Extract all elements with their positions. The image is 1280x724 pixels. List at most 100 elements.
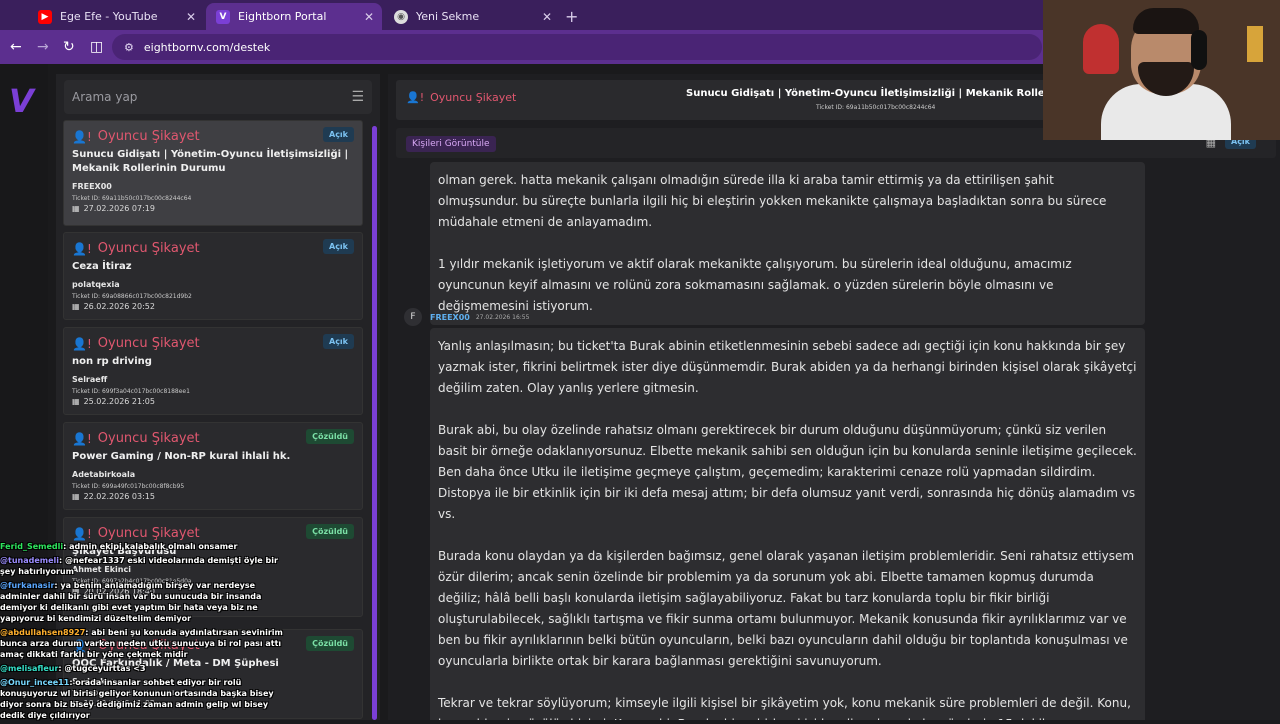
ticket-id: Ticket ID: 69a11b50c017bc00c8244c64 bbox=[72, 195, 192, 202]
headset bbox=[1191, 30, 1207, 70]
stream-chat-overlay: Ferid_Semedli: admin ekipi kalabalık olm… bbox=[0, 541, 290, 724]
ticket-card[interactable]: 👤! Oyuncu Şikayet Sunucu Gidişatı | Yönet… bbox=[63, 120, 363, 226]
ticket-card[interactable]: 👤! Oyuncu Şikayet Power Gaming / Non-RP k… bbox=[63, 422, 363, 510]
chrome-icon: ◉ bbox=[394, 9, 408, 24]
message-bubble: Yanlış anlaşılmasın; bu ticket'ta Burak … bbox=[430, 328, 1145, 720]
ticket-date: ▦ 25.02.2026 21:05 bbox=[72, 397, 354, 406]
close-icon[interactable]: ✕ bbox=[542, 10, 552, 24]
url-text: eightbornv.com/destek bbox=[143, 40, 271, 54]
chat-message: @furkanasir: ya benim anlamadığım birşey… bbox=[0, 580, 290, 624]
tab-new[interactable]: ◉ Yeni Sekme ✕ bbox=[384, 3, 560, 30]
tab-label: Eightborn Portal bbox=[238, 10, 327, 23]
user-alert-icon: 👤! bbox=[72, 526, 92, 541]
ticket-type-label: Oyuncu Şikayet bbox=[97, 336, 200, 351]
chat-user: Ferid_Semedli bbox=[0, 542, 64, 551]
ticket-user: Adetabirkoala bbox=[72, 470, 136, 479]
search-input[interactable]: Arama yap ☰ bbox=[64, 80, 372, 114]
ticket-date-label: 25.02.2026 21:05 bbox=[83, 397, 155, 406]
message-thread: olman gerek. hatta mekanik çalışanı olma… bbox=[396, 158, 1276, 720]
ticket-date: ▦ 22.02.2026 03:15 bbox=[72, 492, 354, 501]
lamp bbox=[1247, 26, 1263, 62]
close-icon[interactable]: ✕ bbox=[186, 10, 196, 24]
status-badge: Açık bbox=[323, 127, 354, 142]
browser-window: ▶ Ege Efe - YouTube ✕ V Eightborn Portal… bbox=[0, 0, 1280, 720]
status-badge: Açık bbox=[323, 334, 354, 349]
tab-label: Ege Efe - YouTube bbox=[60, 10, 158, 23]
site-info-icon[interactable]: ⚙ bbox=[124, 41, 134, 54]
ticket-detail-panel: 👤! Oyuncu Şikayet Sunucu Gidişatı | Yönet… bbox=[388, 74, 1280, 720]
ticket-user: FREEX00 bbox=[72, 182, 112, 191]
ticket-date: ▦ 26.02.2026 20:52 bbox=[72, 302, 354, 311]
split-view-icon[interactable]: ◫ bbox=[90, 39, 103, 55]
chat-user: @tunademeli bbox=[0, 556, 60, 565]
santa-figure bbox=[1083, 24, 1119, 74]
view-persons-button[interactable]: Kişileri Görüntüle bbox=[406, 136, 496, 152]
ticket-type-label: Oyuncu Şikayet bbox=[97, 431, 200, 446]
status-badge: Çözüldü bbox=[306, 636, 354, 651]
chat-message: Ferid_Semedli: admin ekipi kalabalık olm… bbox=[0, 541, 290, 552]
message-time: 27.02.2026 16:55 bbox=[475, 313, 530, 321]
portal-logo[interactable]: V bbox=[9, 82, 34, 120]
chat-user: @furkanasir bbox=[0, 581, 55, 590]
new-tab-icon[interactable]: + bbox=[565, 7, 578, 26]
chat-user: @Onur_incee11 bbox=[0, 678, 70, 687]
filter-icon[interactable]: ☰ bbox=[351, 89, 364, 105]
ticket-card[interactable]: 👤! Oyuncu Şikayet non rp driving Selraeff… bbox=[63, 327, 363, 415]
ticket-user: polatqexia bbox=[72, 280, 120, 289]
ticket-title: Ceza İtiraz bbox=[72, 261, 132, 272]
detail-type: 👤! Oyuncu Şikayet bbox=[406, 91, 516, 104]
ticket-id: Ticket ID: 699f3a04c017bc00c8188ee1 bbox=[72, 388, 190, 395]
ticket-type: 👤! Oyuncu Şikayet bbox=[72, 129, 354, 144]
ticket-title: Sunucu Gidişatı | Yönetim-Oyuncu İletişi… bbox=[72, 149, 349, 174]
status-badge: Çözüldü bbox=[306, 429, 354, 444]
back-icon[interactable]: ← bbox=[10, 39, 22, 55]
user-alert-icon: 👤! bbox=[72, 241, 92, 256]
scrollbar-thumb[interactable] bbox=[372, 126, 377, 720]
status-badge: Çözüldü bbox=[306, 524, 354, 539]
status-badge: Açık bbox=[323, 239, 354, 254]
ticket-date-label: 22.02.2026 03:15 bbox=[83, 492, 155, 501]
detail-ticket-id: Ticket ID: 69a11b50c017bc00c8244c64 bbox=[816, 104, 936, 111]
message-bubble: olman gerek. hatta mekanik çalışanı olma… bbox=[430, 162, 1145, 325]
user-alert-icon: 👤! bbox=[72, 336, 92, 351]
webcam-overlay bbox=[1043, 0, 1280, 140]
message-text: Burak abi, bu olay özelinde rahatsız olm… bbox=[438, 423, 1137, 521]
ticket-user: Selraeff bbox=[72, 375, 108, 384]
user-alert-icon: 👤! bbox=[72, 431, 92, 446]
forward-icon[interactable]: → bbox=[37, 39, 49, 55]
eightborn-icon: V bbox=[216, 9, 230, 24]
chat-text: : @tugceyurttas <3 bbox=[58, 664, 146, 673]
reload-icon[interactable]: ↻ bbox=[63, 39, 75, 55]
tab-youtube[interactable]: ▶ Ege Efe - YouTube ✕ bbox=[28, 3, 204, 30]
detail-type-label: Oyuncu Şikayet bbox=[430, 91, 517, 104]
chat-text: : admin ekipi kalabalık olmalı onsamer bbox=[63, 542, 238, 551]
tab-eightborn[interactable]: V Eightborn Portal ✕ bbox=[206, 3, 382, 30]
message-text: olman gerek. hatta mekanik çalışanı olma… bbox=[438, 173, 1107, 229]
ticket-type-label: Oyuncu Şikayet bbox=[97, 129, 200, 144]
user-alert-icon: 👤! bbox=[72, 129, 92, 144]
search-placeholder: Arama yap bbox=[72, 90, 138, 104]
user-alert-icon: 👤! bbox=[406, 91, 425, 104]
tab-label: Yeni Sekme bbox=[416, 10, 480, 23]
calendar-icon: ▦ bbox=[72, 397, 80, 406]
address-bar[interactable]: ⚙ eightbornv.com/destek bbox=[112, 34, 1042, 60]
message-text: Tekrar ve tekrar söylüyorum; kimseyle il… bbox=[438, 696, 1131, 720]
message-text: Burada konu olaydan ya da kişilerden bağ… bbox=[438, 549, 1135, 668]
author-name[interactable]: FREEX00 bbox=[430, 313, 470, 322]
ticket-type-label: Oyuncu Şikayet bbox=[97, 241, 200, 256]
message-text: Yanlış anlaşılmasın; bu ticket'ta Burak … bbox=[438, 339, 1137, 395]
ticket-date-label: 27.02.2026 07:19 bbox=[83, 204, 155, 213]
chat-user: @abdullahsen8927 bbox=[0, 628, 86, 637]
close-icon[interactable]: ✕ bbox=[364, 10, 374, 24]
ticket-date-label: 26.02.2026 20:52 bbox=[83, 302, 155, 311]
ticket-card[interactable]: 👤! Oyuncu Şikayet Ceza İtiraz polatqexia … bbox=[63, 232, 363, 320]
youtube-icon: ▶ bbox=[38, 9, 52, 24]
calendar-icon: ▦ bbox=[72, 302, 80, 311]
ticket-id: Ticket ID: 699a49fc017bc00c8f8cb95 bbox=[72, 483, 185, 490]
streamer-hair bbox=[1133, 8, 1199, 34]
ticket-title: Power Gaming / Non-RP kural ihlali hk. bbox=[72, 451, 291, 462]
calendar-icon: ▦ bbox=[72, 492, 80, 501]
list-scrollbar[interactable] bbox=[372, 126, 377, 720]
ticket-type-label: Oyuncu Şikayet bbox=[97, 526, 200, 541]
message-text: 1 yıldır mekanik işletiyorum ve aktif ol… bbox=[438, 257, 1072, 313]
